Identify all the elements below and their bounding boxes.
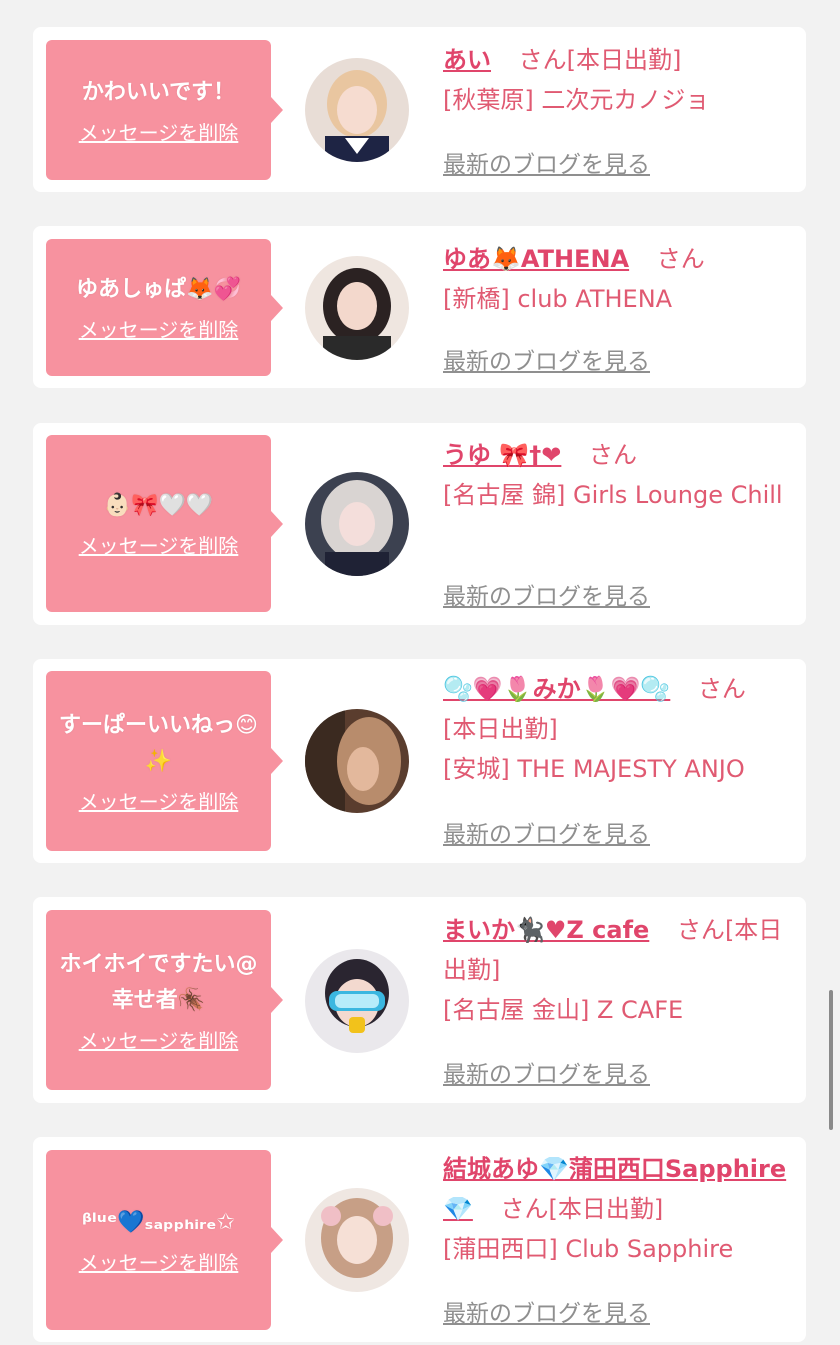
- delete-message-link[interactable]: メッセージを削除: [79, 314, 239, 343]
- attendance-status: [本日出勤]: [548, 1195, 664, 1223]
- message-card: すーぱーいいねっ😊✨ メッセージを削除 🫧💗🌷みか🌷💗🫧 さん [本日出勤] […: [33, 659, 806, 863]
- message-card: ᵝˡᵘᵉ💙ₛₐₚₚₕᵢᵣₑ✩ メッセージを削除 結城あゆ💎蒲田西口Sapphir…: [33, 1137, 806, 1342]
- message-bubble: ゆあしゅぱ🦊💞 メッセージを削除: [46, 239, 283, 376]
- latest-blog-link[interactable]: 最新のブログを見る: [443, 1294, 650, 1328]
- cast-info: 🫧💗🌷みか🌷💗🫧 さん [本日出勤] [安城] THE MAJESTY ANJO: [443, 669, 798, 789]
- delete-message-link[interactable]: メッセージを削除: [79, 786, 239, 815]
- honorific-label: さん: [676, 916, 725, 944]
- delete-message-link[interactable]: メッセージを削除: [79, 530, 239, 559]
- attendance-status: [本日出勤]: [443, 715, 558, 743]
- message-text: ホイホイですたい@幸せ者🪳: [59, 951, 258, 1013]
- shop-label: [名古屋 錦] Girls Lounge Chill: [443, 481, 783, 509]
- latest-blog-link[interactable]: 最新のブログを見る: [443, 145, 650, 179]
- message-bubble: ホイホイですたい@幸せ者🪳 メッセージを削除: [46, 910, 283, 1090]
- honorific-label: さん: [500, 1195, 549, 1223]
- shop-label: [名古屋 金山] Z CAFE: [443, 996, 684, 1024]
- honorific-label: さん: [656, 245, 705, 273]
- cast-name-link[interactable]: 🫧💗🌷みか🌷💗🫧: [443, 675, 670, 703]
- cast-info: あい さん[本日出勤] [秋葉原] 二次元カノジョ: [443, 40, 798, 120]
- latest-blog-link[interactable]: 最新のブログを見る: [443, 815, 650, 849]
- avatar[interactable]: [305, 256, 409, 360]
- cast-name-link[interactable]: うゆ 🎀†❤: [443, 441, 561, 469]
- shop-label: [安城] THE MAJESTY ANJO: [443, 755, 745, 783]
- shop-label: [蒲田西口] Club Sapphire: [443, 1235, 734, 1263]
- message-text: 👶🏻🎀🤍🤍: [103, 493, 214, 518]
- message-bubble: 👶🏻🎀🤍🤍 メッセージを削除: [46, 435, 283, 612]
- latest-blog-link[interactable]: 最新のブログを見る: [443, 577, 650, 611]
- delete-message-link[interactable]: メッセージを削除: [79, 1247, 239, 1276]
- cast-name-link[interactable]: ゆあ🦊ATHENA: [443, 245, 629, 273]
- cast-info: ゆあ🦊ATHENA さん [新橋] club ATHENA: [443, 239, 798, 319]
- message-bubble: ᵝˡᵘᵉ💙ₛₐₚₚₕᵢᵣₑ✩ メッセージを削除: [46, 1150, 283, 1330]
- cast-info: うゆ 🎀†❤ さん [名古屋 錦] Girls Lounge Chill: [443, 435, 798, 515]
- message-card: ホイホイですたい@幸せ者🪳 メッセージを削除 まいか🐈‍⬛♥Z cafe さん[…: [33, 897, 806, 1103]
- attendance-status: [本日出勤]: [566, 46, 682, 74]
- shop-label: [秋葉原] 二次元カノジョ: [443, 86, 710, 114]
- scrollbar[interactable]: [829, 990, 833, 1130]
- message-text: すーぱーいいねっ😊✨: [59, 712, 258, 774]
- honorific-label: さん: [697, 675, 746, 703]
- cast-info: 結城あゆ💎蒲田西口Sapphire💎 さん[本日出勤] [蒲田西口] Club …: [443, 1149, 798, 1269]
- message-card: かわいいです！ メッセージを削除 あい さん[本日出勤] [秋葉原] 二次元カノ…: [33, 27, 806, 192]
- honorific-label: さん: [589, 441, 637, 469]
- delete-message-link[interactable]: メッセージを削除: [79, 117, 239, 146]
- avatar[interactable]: [305, 1188, 409, 1292]
- latest-blog-link[interactable]: 最新のブログを見る: [443, 342, 650, 376]
- message-card: 👶🏻🎀🤍🤍 メッセージを削除 うゆ 🎀†❤ さん [名古屋 錦] Girls L…: [33, 423, 806, 625]
- avatar[interactable]: [305, 58, 409, 162]
- message-text: ᵝˡᵘᵉ💙ₛₐₚₚₕᵢᵣₑ✩: [82, 1209, 235, 1235]
- cast-name-link[interactable]: まいか🐈‍⬛♥Z cafe: [443, 916, 649, 944]
- message-card: ゆあしゅぱ🦊💞 メッセージを削除 ゆあ🦊ATHENA さん [新橋] club …: [33, 226, 806, 388]
- latest-blog-link[interactable]: 最新のブログを見る: [443, 1055, 650, 1089]
- avatar[interactable]: [305, 949, 409, 1053]
- avatar[interactable]: [305, 709, 409, 813]
- message-text: ゆあしゅぱ🦊💞: [76, 277, 241, 302]
- cast-info: まいか🐈‍⬛♥Z cafe さん[本日出勤] [名古屋 金山] Z CAFE: [443, 910, 798, 1030]
- cast-name-link[interactable]: あい: [443, 46, 491, 74]
- avatar[interactable]: [305, 472, 409, 576]
- message-bubble: かわいいです！ メッセージを削除: [46, 40, 283, 180]
- message-text: かわいいです！: [81, 79, 236, 105]
- shop-label: [新橋] club ATHENA: [443, 285, 673, 313]
- delete-message-link[interactable]: メッセージを削除: [79, 1025, 239, 1054]
- honorific-label: さん: [518, 46, 567, 74]
- message-bubble: すーぱーいいねっ😊✨ メッセージを削除: [46, 671, 283, 851]
